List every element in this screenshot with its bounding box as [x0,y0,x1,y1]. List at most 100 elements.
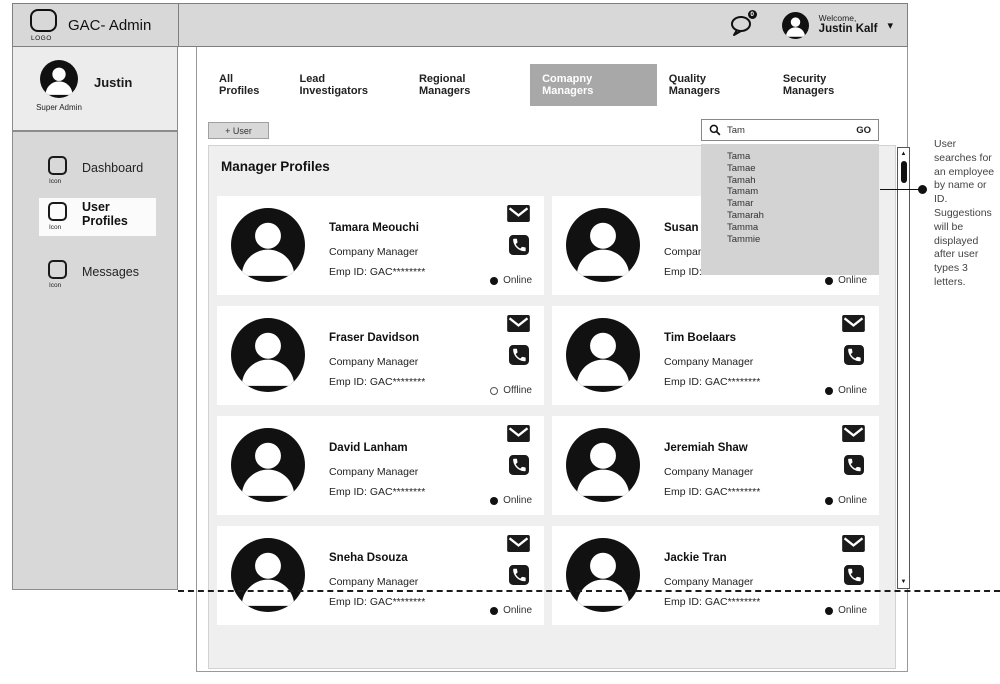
profile-role: Company Manager [329,466,418,478]
suggestion-item[interactable]: Tamam [727,186,879,198]
profile-avatar [231,318,305,392]
phone-icon[interactable] [509,455,529,475]
profile-name: Sneha Dsouza [329,552,408,564]
app-title: GAC- Admin [68,17,151,34]
section-title: Manager Profiles [221,159,330,174]
status-dot-icon [490,607,498,615]
annotation-bullet-icon [918,185,927,194]
sidebar-item-messages[interactable]: Icon Messages [39,256,156,294]
icon-caption: Icon [49,282,61,289]
profile-card[interactable]: Tim Boelaars Company Manager Emp ID: GAC… [552,306,879,405]
profile-avatar [566,208,640,282]
email-icon[interactable] [507,425,530,442]
profile-name: Jeremiah Shaw [664,442,748,454]
search-suggestions-dropdown: TamaTamaeTamahTamamTamarTamarahTammaTamm… [701,144,879,275]
tab-comapny-managers[interactable]: Comapny Managers [530,64,657,106]
profile-avatar [566,428,640,502]
email-icon[interactable] [507,315,530,332]
suggestion-item[interactable]: Tama [727,151,879,163]
chat-badge: 0 [748,10,757,19]
sidebar-item-dashboard[interactable]: Icon Dashboard [39,152,156,190]
sidebar-item-user-profiles[interactable]: Icon User Profiles [39,198,156,236]
placeholder-icon: Icon [48,156,70,186]
suggestion-item[interactable]: Tammie [727,234,879,246]
suggestion-item[interactable]: Tamma [727,222,879,234]
annotation-connector-line [880,189,920,190]
status-badge: Online [825,495,867,506]
suggestion-item[interactable]: Tamarah [727,210,879,222]
email-icon[interactable] [842,315,865,332]
icon-caption: Icon [49,224,61,231]
email-icon[interactable] [842,535,865,552]
scroll-up-arrow-icon[interactable]: ▲ [898,150,909,158]
fold-dashed-line [178,590,1000,592]
profile-avatar [566,318,640,392]
profile-card[interactable]: Jackie Tran Company Manager Emp ID: GAC*… [552,526,879,625]
email-icon[interactable] [507,205,530,222]
email-icon[interactable] [842,425,865,442]
main-panel: All ProfilesLead InvestigatorsRegional M… [196,47,908,672]
phone-icon[interactable] [509,235,529,255]
tab-lead-investigators[interactable]: Lead Investigators [287,64,407,106]
annotation-text: User searches for an employee by name or… [934,138,1000,290]
status-badge: Online [825,275,867,286]
phone-icon[interactable] [844,345,864,365]
profile-avatar [231,208,305,282]
user-name: Justin Kalf [819,23,878,36]
profile-emp-id: Emp ID: GAC******** [329,596,425,608]
suggestion-item[interactable]: Tamah [727,175,879,187]
tab-security-managers[interactable]: Security Managers [771,64,891,106]
profile-card[interactable]: David Lanham Company Manager Emp ID: GAC… [217,416,544,515]
profile-role: Company Manager [329,356,418,368]
phone-icon[interactable] [509,345,529,365]
suggestion-item[interactable]: Tamae [727,163,879,175]
profile-emp-id: Emp ID: GAC******** [329,376,425,388]
chevron-down-icon[interactable]: ▾ [887,19,893,32]
logo-icon [30,9,57,32]
tab-all-profiles[interactable]: All Profiles [207,64,287,106]
profile-avatar [231,428,305,502]
status-badge: Online [490,495,532,506]
top-bar-right: 0 Welcome, Justin Kalf ▾ [728,4,893,46]
search-input[interactable] [727,125,850,136]
profile-card[interactable]: Tamara Meouchi Company Manager Emp ID: G… [217,196,544,295]
chat-icon[interactable]: 0 [728,13,756,37]
status-label: Offline [503,385,532,396]
scroll-down-arrow-icon[interactable]: ▼ [898,578,909,586]
sidebar-item-label: Messages [82,265,139,279]
placeholder-icon: Icon [48,260,70,290]
profile-emp-id: Emp ID: GAC******** [329,486,425,498]
welcome-block: Welcome, Justin Kalf [819,14,878,37]
profile-emp-id: Emp ID: GAC******** [664,596,760,608]
status-label: Online [838,605,867,616]
profile-card[interactable]: Jeremiah Shaw Company Manager Emp ID: GA… [552,416,879,515]
sidebar-profile-role: Super Admin [22,103,96,112]
email-icon[interactable] [507,535,530,552]
wireframe-canvas: LOGO GAC- Admin 0 Welcome, Justin Kalf ▾ [0,0,1000,684]
add-user-button[interactable]: + User [208,122,269,139]
search-icon [709,124,721,136]
user-avatar[interactable] [782,12,809,39]
profile-emp-id: Emp ID: GAC******** [664,376,760,388]
search-go-button[interactable]: GO [856,125,871,136]
status-dot-icon [825,607,833,615]
scrollbar[interactable]: ▲ ▼ [897,147,910,589]
status-dot-icon [825,497,833,505]
phone-icon[interactable] [844,565,864,585]
tab-regional-managers[interactable]: Regional Managers [407,64,530,106]
profile-name: Tim Boelaars [664,332,736,344]
profile-emp-id: Emp ID: GAC******** [664,486,760,498]
sidebar-avatar [40,60,78,98]
phone-icon[interactable] [509,565,529,585]
sidebar-menu: Icon Dashboard Icon User Profiles Icon M… [12,131,178,590]
tab-quality-managers[interactable]: Quality Managers [657,64,771,106]
scrollbar-thumb[interactable] [901,161,907,183]
status-label: Online [838,495,867,506]
profile-role: Company Manager [664,356,753,368]
profile-card[interactable]: Fraser Davidson Company Manager Emp ID: … [217,306,544,405]
profile-role: Company Manager [329,246,418,258]
icon-caption: Icon [49,178,61,185]
profile-card[interactable]: Sneha Dsouza Company Manager Emp ID: GAC… [217,526,544,625]
suggestion-item[interactable]: Tamar [727,198,879,210]
phone-icon[interactable] [844,455,864,475]
